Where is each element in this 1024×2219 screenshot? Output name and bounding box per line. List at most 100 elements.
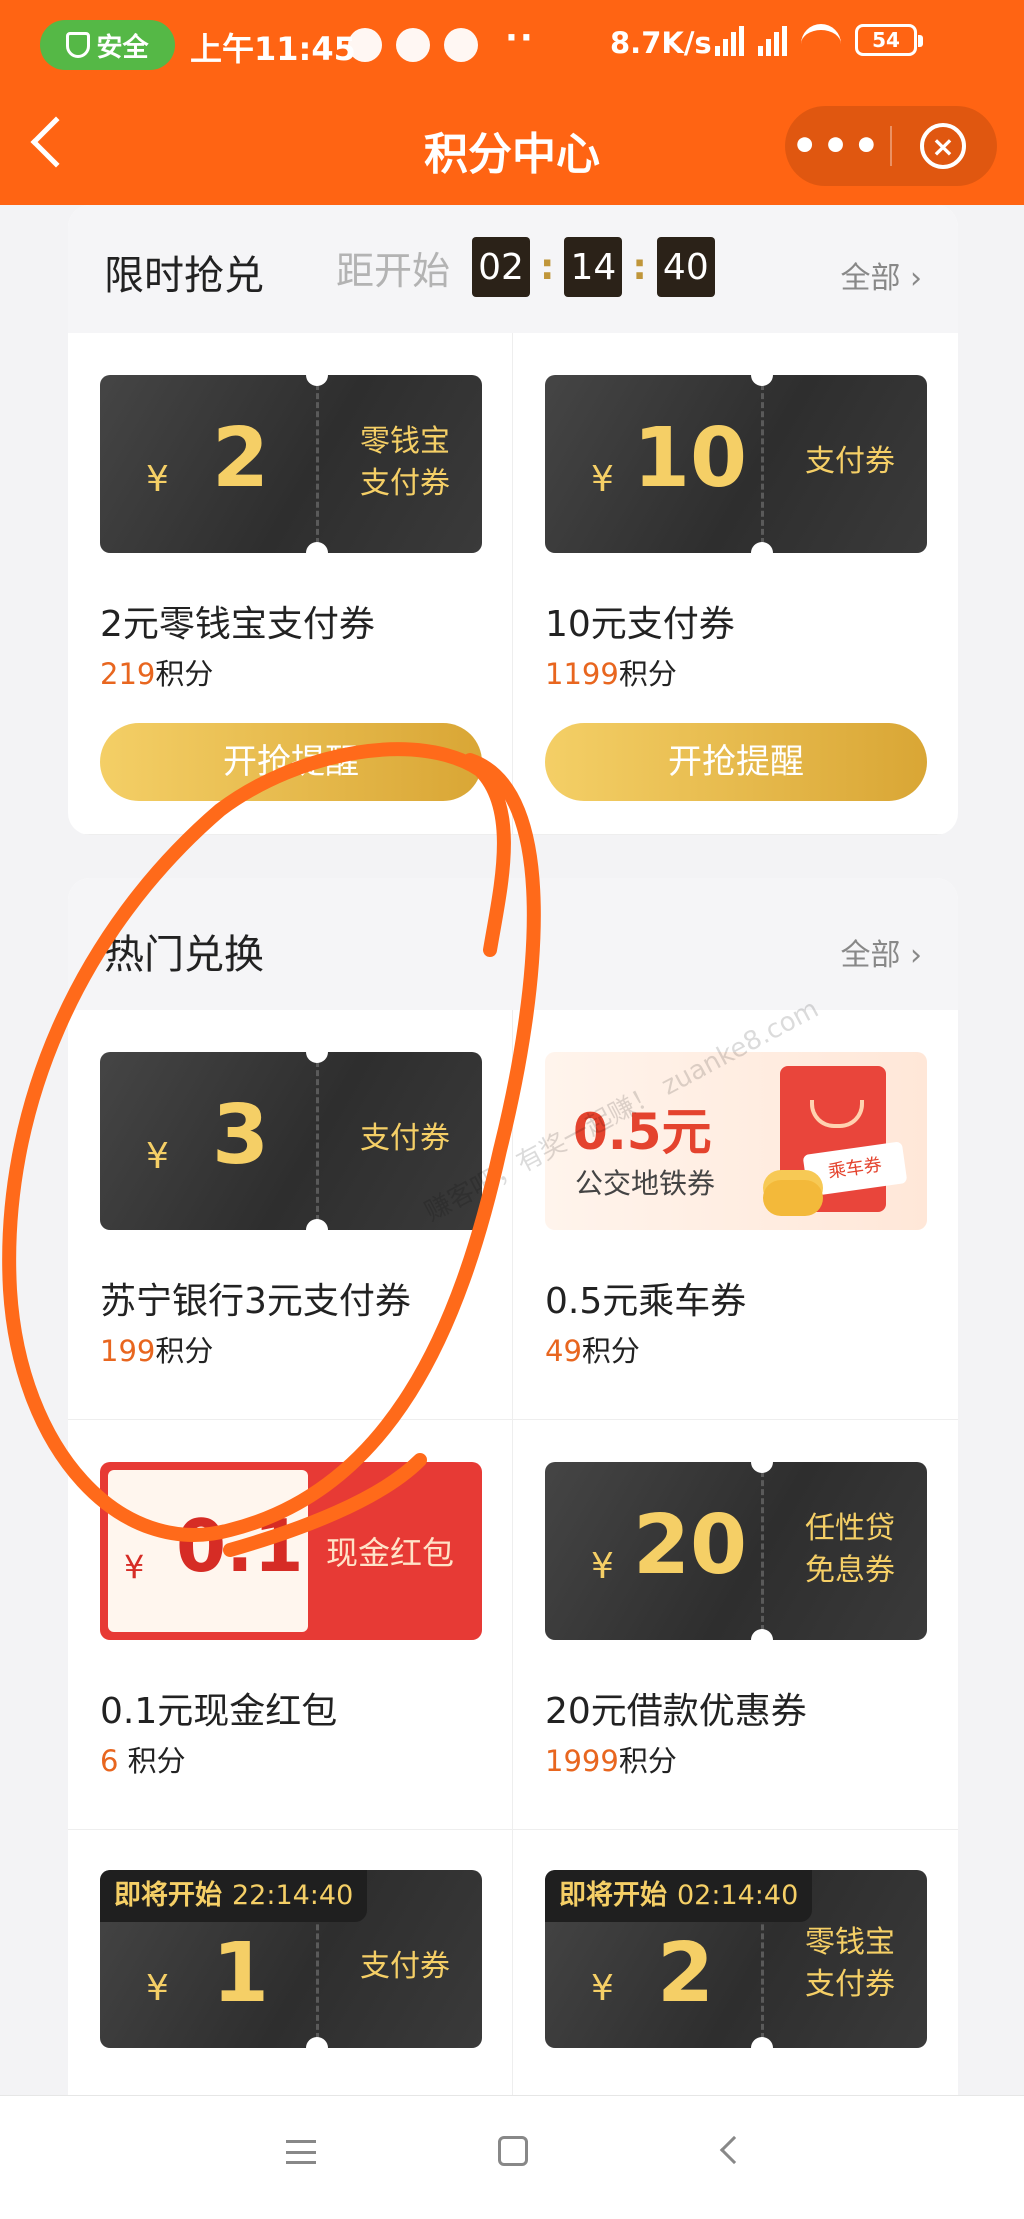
coupon-type-line: 支付券 bbox=[805, 1967, 895, 2002]
coupon-currency: ¥ bbox=[591, 1968, 614, 2009]
countdown-label: 距开始 bbox=[336, 248, 451, 293]
signal-icon bbox=[715, 24, 744, 56]
signal-icon-2 bbox=[758, 24, 787, 56]
coupon-notch bbox=[306, 375, 328, 386]
coupon-notch bbox=[306, 2037, 328, 2048]
coupon-notch bbox=[751, 2037, 773, 2048]
coupon-notch bbox=[751, 1462, 773, 1473]
coupon-card: 即将开始 22:14:40 ¥ 1 支付券 bbox=[100, 1870, 482, 2048]
points-value: 199 bbox=[100, 1334, 156, 1368]
system-icons: 54 bbox=[715, 24, 923, 56]
notification-icons bbox=[348, 28, 478, 62]
transit-type: 公交地铁券 bbox=[575, 1167, 716, 1200]
hot-all-link[interactable]: 全部 › bbox=[840, 930, 922, 974]
coins-icon bbox=[763, 1180, 823, 1216]
hot-header: 热门兑换 全部 › bbox=[68, 878, 958, 1010]
coupon-currency: ¥ bbox=[124, 1548, 145, 1586]
countdown-separator: : bbox=[540, 246, 555, 288]
coupon-type: 零钱宝 支付券 bbox=[330, 421, 480, 505]
points-value: 1999 bbox=[545, 1744, 619, 1778]
hot-item-cash-redpacket[interactable]: ¥ 0.1 现金红包 0.1元现金红包 6 积分 bbox=[68, 1420, 513, 1830]
item-name: 2元零钱宝支付券 bbox=[100, 604, 375, 645]
flash-sale-section: 限时抢兑 距开始 02 : 14 : 40 全部 › ¥ 2 零钱宝 支付券 2元… bbox=[68, 205, 958, 835]
hot-item-upcoming-1yuan[interactable]: 即将开始 22:14:40 ¥ 1 支付券 bbox=[68, 1830, 513, 2118]
remind-button[interactable]: 开抢提醒 bbox=[545, 723, 927, 801]
upcoming-label: 即将开始 bbox=[114, 1880, 222, 1911]
shield-icon bbox=[66, 32, 91, 58]
hot-item-suning-3yuan[interactable]: ¥ 3 支付券 苏宁银行3元支付券 199积分 bbox=[68, 1010, 513, 1420]
red-packet-card: ¥ 0.1 现金红包 bbox=[100, 1462, 482, 1640]
coupon-currency: ¥ bbox=[591, 459, 614, 500]
coupon-currency: ¥ bbox=[146, 459, 169, 500]
coupon-amount: 0.1 bbox=[176, 1504, 304, 1588]
coupon-type-line: 零钱宝 bbox=[360, 424, 450, 459]
status-bar: 安全 上午11:45 ·· 8.7K/s 54 bbox=[0, 0, 1024, 90]
item-name: 0.5元乘车券 bbox=[545, 1281, 747, 1322]
close-icon[interactable]: × bbox=[920, 123, 966, 169]
hot-item-ride-ticket[interactable]: 0.5元 公交地铁券 乘车券 0.5元乘车券 49积分 bbox=[513, 1010, 958, 1420]
remind-button[interactable]: 开抢提醒 bbox=[100, 723, 482, 801]
coupon-card: ¥ 2 零钱宝 支付券 bbox=[100, 375, 482, 553]
coupon-currency: ¥ bbox=[146, 1968, 169, 2009]
upcoming-time: 22:14:40 bbox=[232, 1880, 354, 1911]
coupon-type: 零钱宝 支付券 bbox=[775, 1922, 925, 2006]
coupon-currency: ¥ bbox=[146, 1136, 169, 1177]
nav-back-icon[interactable] bbox=[719, 2135, 749, 2165]
flash-sale-header: 限时抢兑 距开始 02 : 14 : 40 全部 › bbox=[68, 205, 958, 333]
nav-bar: 积分中心 ••• × bbox=[0, 90, 1024, 205]
coupon-amount: 2 bbox=[212, 411, 270, 506]
upcoming-time: 02:14:40 bbox=[677, 1880, 799, 1911]
hot-title: 热门兑换 bbox=[104, 932, 264, 978]
flash-sale-all-link[interactable]: 全部 › bbox=[840, 253, 922, 297]
qq-icon bbox=[396, 28, 430, 62]
item-name: 20元借款优惠券 bbox=[545, 1691, 807, 1732]
item-points: 199积分 bbox=[100, 1328, 213, 1370]
transit-coupon-card: 0.5元 公交地铁券 乘车券 bbox=[545, 1052, 927, 1230]
coupon-card: ¥ 20 任性贷 免息券 bbox=[545, 1462, 927, 1640]
points-value: 49 bbox=[545, 1334, 582, 1368]
coupon-notch bbox=[306, 542, 328, 553]
wechat-icon bbox=[348, 28, 382, 62]
flash-item-2yuan[interactable]: ¥ 2 零钱宝 支付券 2元零钱宝支付券 219积分 开抢提醒 bbox=[68, 333, 513, 835]
coupon-type-line: 任性贷 bbox=[805, 1511, 895, 1546]
coupon-amount: 1 bbox=[212, 1926, 270, 2021]
capsule-divider bbox=[890, 126, 892, 166]
countdown-separator: : bbox=[632, 246, 647, 288]
menu-icon[interactable] bbox=[286, 2140, 316, 2164]
coupon-card: ¥ 10 支付券 bbox=[545, 375, 927, 553]
hot-grid: ¥ 3 支付券 苏宁银行3元支付券 199积分 0.5元 公交地铁券 乘车券 0… bbox=[68, 1010, 958, 2118]
coupon-type: 支付券 bbox=[805, 444, 895, 479]
coupon-amount: 3 bbox=[212, 1088, 270, 1183]
countdown-minutes: 14 bbox=[564, 237, 623, 297]
item-points: 6 积分 bbox=[100, 1738, 186, 1780]
system-nav-bar bbox=[0, 2095, 1024, 2219]
status-time: 上午11:45 bbox=[190, 30, 356, 68]
coupon-divider bbox=[761, 1462, 764, 1640]
top-bar: 安全 上午11:45 ·· 8.7K/s 54 积分中心 ••• × bbox=[0, 0, 1024, 205]
coupon-notch bbox=[751, 542, 773, 553]
upcoming-label: 即将开始 bbox=[559, 1880, 667, 1911]
coupon-notch bbox=[306, 1052, 328, 1063]
coupon-divider bbox=[316, 375, 319, 553]
coupon-notch bbox=[306, 1219, 328, 1230]
more-icon[interactable]: ••• bbox=[785, 125, 890, 167]
item-points: 219积分 bbox=[100, 651, 213, 693]
hot-item-loan-coupon[interactable]: ¥ 20 任性贷 免息券 20元借款优惠券 1999积分 bbox=[513, 1420, 958, 1830]
hot-item-upcoming-2yuan[interactable]: 即将开始 02:14:40 ¥ 2 零钱宝 支付券 bbox=[513, 1830, 958, 2118]
item-points: 1199积分 bbox=[545, 651, 677, 693]
flash-sale-title: 限时抢兑 bbox=[104, 253, 264, 299]
home-icon[interactable] bbox=[498, 2136, 528, 2166]
wifi-icon bbox=[801, 24, 841, 56]
upcoming-badge: 即将开始 02:14:40 bbox=[545, 1870, 813, 1922]
coupon-amount: 20 bbox=[633, 1498, 748, 1593]
hot-exchange-section: 热门兑换 全部 › ¥ 3 支付券 苏宁银行3元支付券 199积分 0.5元 公… bbox=[68, 878, 958, 2118]
more-notifications: ·· bbox=[505, 18, 535, 58]
points-unit: 积分 bbox=[155, 1334, 214, 1368]
points-value: 1199 bbox=[545, 657, 619, 691]
flash-item-10yuan[interactable]: ¥ 10 支付券 10元支付券 1199积分 开抢提醒 bbox=[513, 333, 958, 835]
transit-amount: 0.5元 bbox=[573, 1103, 712, 1161]
coupon-card: 即将开始 02:14:40 ¥ 2 零钱宝 支付券 bbox=[545, 1870, 927, 2048]
coupon-amount: 2 bbox=[657, 1926, 715, 2021]
coupon-type: 现金红包 bbox=[326, 1534, 455, 1572]
countdown-hours: 02 bbox=[472, 237, 531, 297]
